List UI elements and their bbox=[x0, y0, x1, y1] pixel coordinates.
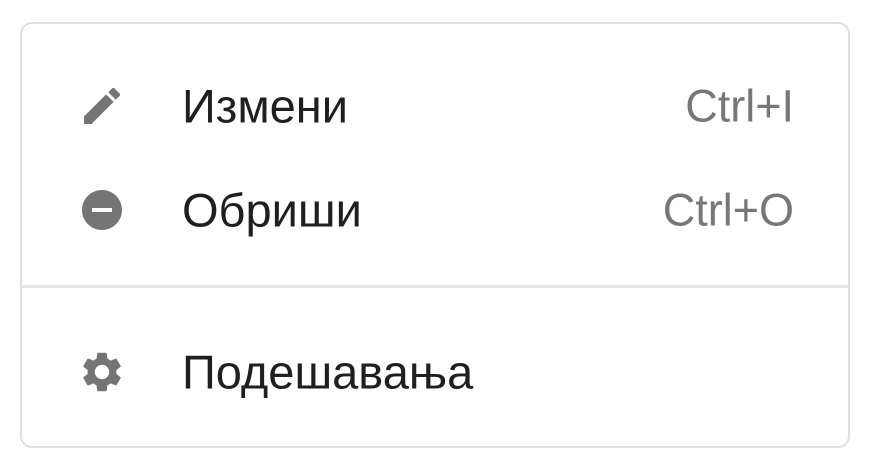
menu-item-edit[interactable]: Измени Ctrl+I bbox=[22, 54, 848, 158]
menu-item-settings[interactable]: Подешавања bbox=[22, 320, 848, 424]
minus-circle-icon bbox=[78, 186, 126, 234]
menu-item-label: Обриши bbox=[182, 183, 362, 237]
menu-item-shortcut: Ctrl+I bbox=[685, 80, 794, 132]
menu-item-delete[interactable]: Обриши Ctrl+O bbox=[22, 158, 848, 262]
gear-icon bbox=[78, 348, 126, 396]
pencil-icon bbox=[78, 82, 126, 130]
menu-item-label: Измени bbox=[182, 79, 348, 133]
context-menu: Измени Ctrl+I Обриши Ctrl+O Подешавања bbox=[20, 22, 850, 448]
menu-divider bbox=[22, 285, 848, 288]
menu-item-shortcut: Ctrl+O bbox=[662, 184, 794, 236]
menu-item-label: Подешавања bbox=[182, 345, 474, 399]
